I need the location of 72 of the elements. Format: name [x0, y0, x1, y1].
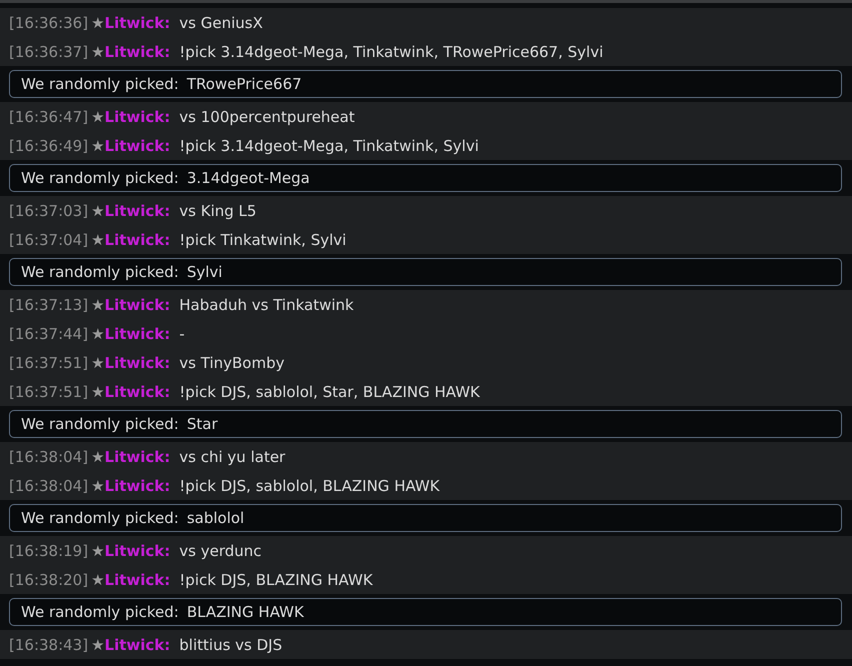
bot-message-label: We randomly picked: — [21, 263, 179, 281]
message-text: vs chi yu later — [179, 448, 286, 466]
message-text: vs 100percentpureheat — [179, 108, 355, 126]
message-text: !pick 3.14dgeot-Mega, Tinkatwink, TRowePrice667, Sylvi — [179, 42, 604, 60]
message-text: !pick DJS, sablolol, Star, BLAZING HAWK — [179, 382, 480, 400]
username[interactable]: Litwick: — [104, 230, 170, 248]
picked-name: 3.14dgeot-Mega — [186, 169, 310, 187]
message-text: !pick Tinkatwink, Sylvi — [179, 230, 346, 248]
bot-message-label: We randomly picked: — [21, 603, 179, 621]
username[interactable]: Litwick: — [104, 324, 170, 342]
timestamp: [16:37:44] — [9, 324, 88, 342]
bot-message-label: We randomly picked: — [21, 169, 179, 187]
username[interactable]: Litwick: — [104, 542, 170, 560]
timestamp: [16:38:04] — [9, 476, 88, 494]
rank-symbol: ★ — [91, 570, 105, 588]
rank-symbol: ★ — [91, 202, 105, 220]
picked-name: Sylvi — [186, 263, 222, 281]
username[interactable]: Litwick: — [104, 42, 170, 60]
message-text: Habaduh vs Tinkatwink — [179, 296, 354, 314]
rank-symbol: ★ — [91, 324, 105, 342]
rank-symbol: ★ — [91, 636, 105, 654]
username[interactable]: Litwick: — [104, 202, 170, 220]
rank-symbol: ★ — [91, 42, 105, 60]
message-text: vs yerdunc — [179, 542, 262, 560]
bot-message-label: We randomly picked: — [21, 75, 179, 93]
rank-symbol: ★ — [91, 108, 105, 126]
picked-name: Star — [186, 415, 218, 433]
rank-symbol: ★ — [91, 542, 105, 560]
username[interactable]: Litwick: — [104, 136, 170, 154]
timestamp: [16:36:47] — [9, 108, 88, 126]
timestamp: [16:37:03] — [9, 202, 88, 220]
picked-name: TRowePrice667 — [186, 75, 302, 93]
message-text: vs GeniusX — [179, 14, 263, 32]
picked-name: sablolol — [186, 509, 244, 527]
username[interactable]: Litwick: — [104, 382, 170, 400]
username[interactable]: Litwick: — [104, 636, 170, 654]
username[interactable]: Litwick: — [104, 448, 170, 466]
message-text: vs King L5 — [179, 202, 256, 220]
message-text: !pick DJS, sablolol, BLAZING HAWK — [179, 476, 440, 494]
timestamp: [16:38:43] — [9, 636, 88, 654]
rank-symbol: ★ — [91, 14, 105, 32]
username[interactable]: Litwick: — [104, 570, 170, 588]
timestamp: [16:36:37] — [9, 42, 88, 60]
message-text: - — [179, 324, 185, 342]
message-text: blittius vs DJS — [179, 636, 282, 654]
bot-message-label: We randomly picked: — [21, 509, 179, 527]
timestamp: [16:37:51] — [9, 382, 88, 400]
username[interactable]: Litwick: — [104, 14, 170, 32]
timestamp: [16:37:04] — [9, 230, 88, 248]
message-text: !pick DJS, BLAZING HAWK — [179, 570, 373, 588]
rank-symbol: ★ — [91, 448, 105, 466]
timestamp: [16:37:13] — [9, 296, 88, 314]
username[interactable]: Litwick: — [104, 476, 170, 494]
rank-symbol: ★ — [91, 230, 105, 248]
username[interactable]: Litwick: — [104, 296, 170, 314]
message-text: vs TinyBomby — [179, 354, 284, 372]
username[interactable]: Litwick: — [104, 354, 170, 372]
username[interactable]: Litwick: — [104, 108, 170, 126]
timestamp: [16:38:20] — [9, 570, 88, 588]
rank-symbol: ★ — [91, 354, 105, 372]
timestamp: [16:38:19] — [9, 542, 88, 560]
timestamp: [16:36:49] — [9, 136, 88, 154]
rank-symbol: ★ — [91, 476, 105, 494]
rank-symbol: ★ — [91, 296, 105, 314]
timestamp: [16:36:36] — [9, 14, 88, 32]
message-text: !pick 3.14dgeot-Mega, Tinkatwink, Sylvi — [179, 136, 479, 154]
timestamp: [16:38:04] — [9, 448, 88, 466]
timestamp: [16:37:51] — [9, 354, 88, 372]
picked-name: BLAZING HAWK — [186, 603, 304, 621]
rank-symbol: ★ — [91, 382, 105, 400]
rank-symbol: ★ — [91, 136, 105, 154]
bot-message-label: We randomly picked: — [21, 415, 179, 433]
